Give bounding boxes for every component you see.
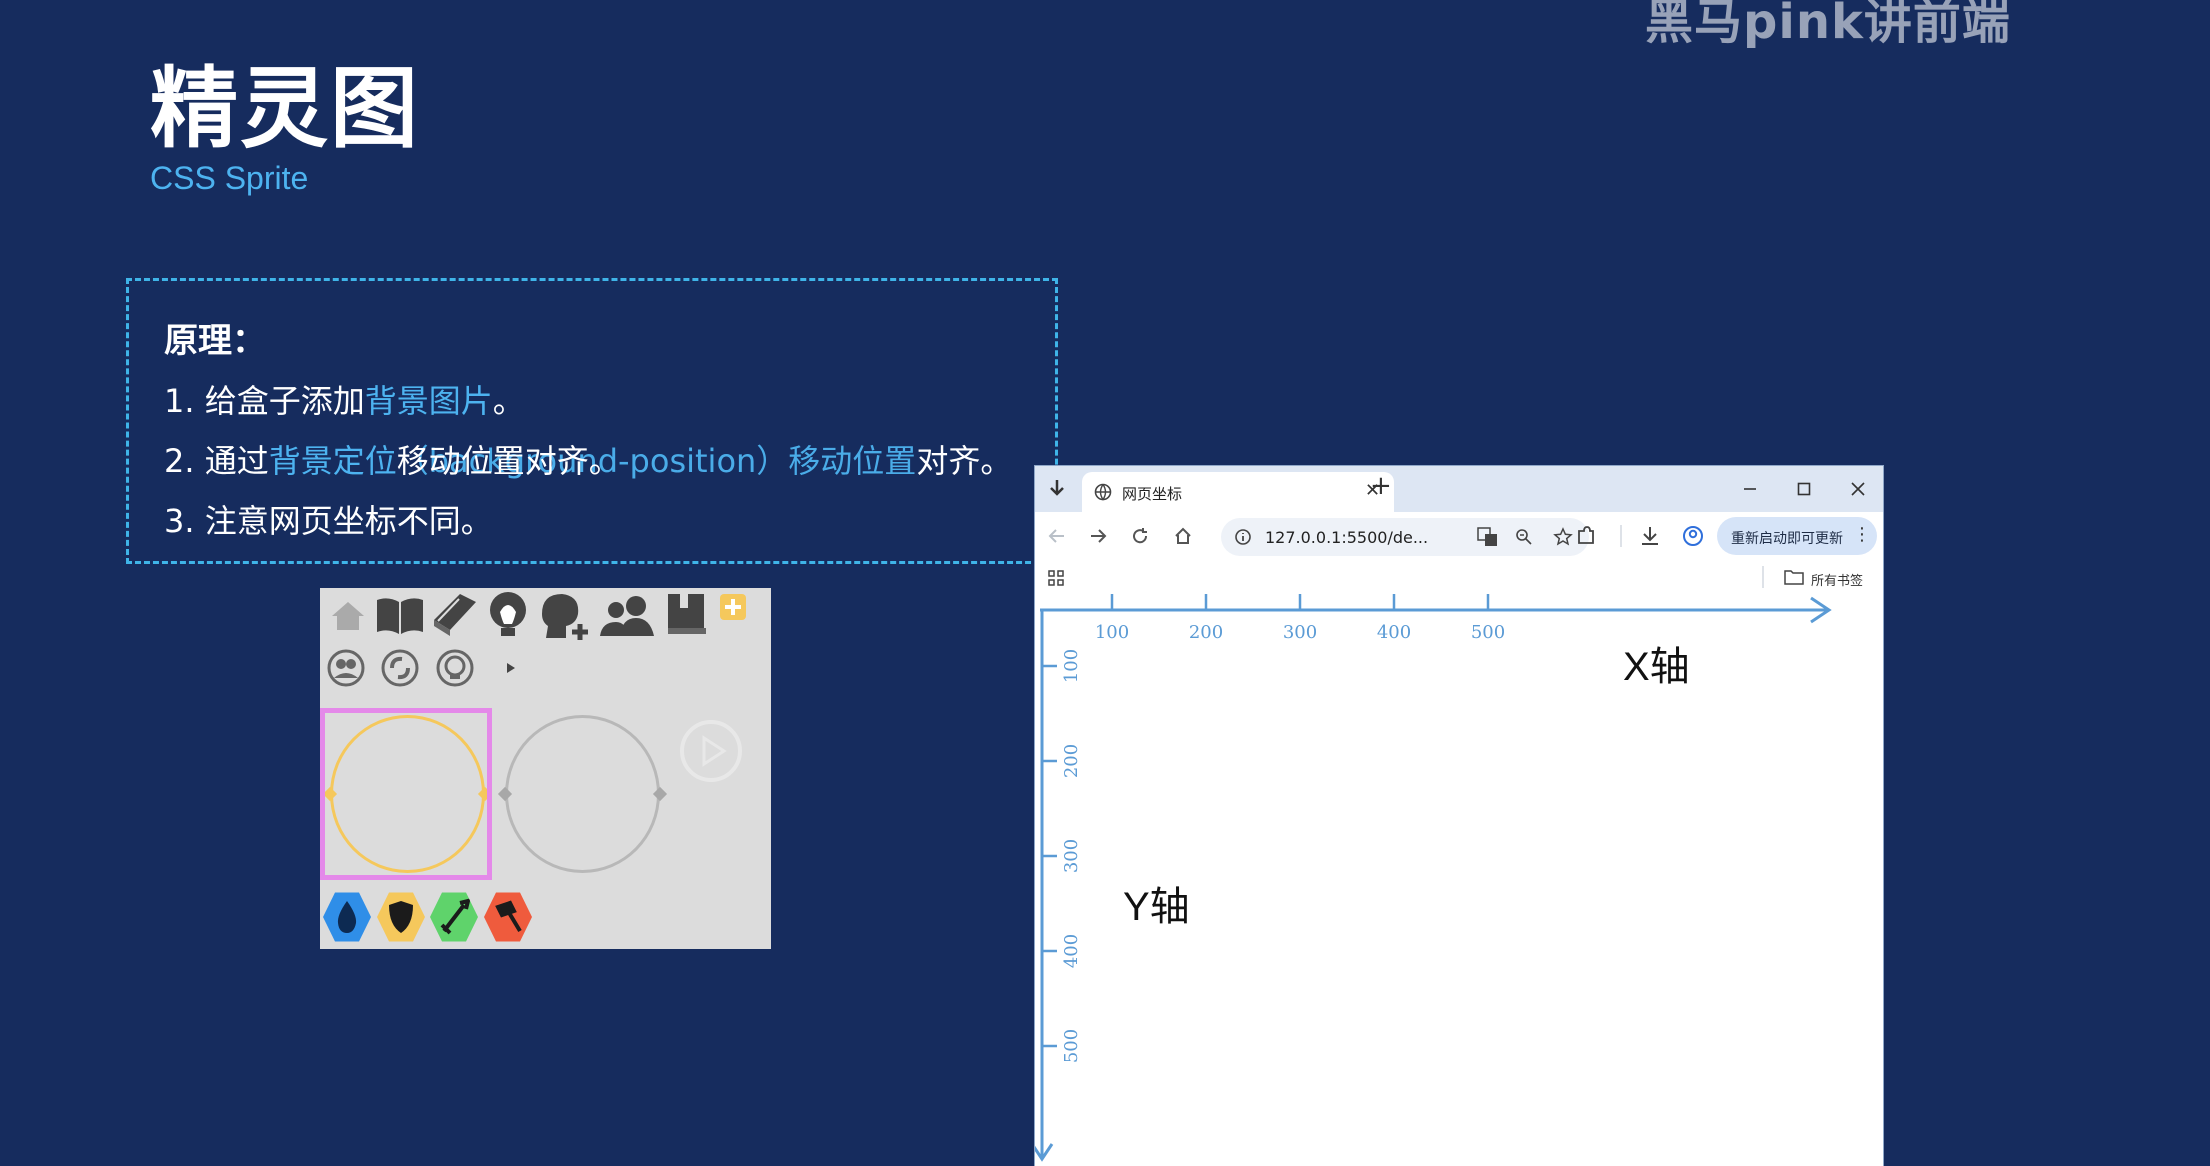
address-bar[interactable]: 127.0.0.1:5500/de... [1221,518,1589,556]
selection-frame [320,708,492,880]
globe-icon [1094,483,1112,501]
tab-title: 网页坐标 [1122,485,1183,503]
book-open-icon [377,598,423,634]
y-tick-label: 400 [1061,934,1082,968]
line1-prefix: 1. 给盒子添加 [164,382,365,420]
hammer-hex-icon [484,892,532,942]
principle-line-2: 2. 通过背景定位 （background-position）移动位置对齐。 移… [164,436,1012,482]
close-window-icon[interactable] [1850,481,1866,497]
save-book-icon [668,594,706,634]
book-icon [434,594,476,636]
bookmarks-separator [1762,566,1764,588]
update-button[interactable]: 重新启动即可更新 ⋮ [1717,517,1877,555]
x-axis-title: X轴 [1623,645,1690,689]
site-info-icon[interactable] [1234,528,1252,546]
tab-active[interactable]: 网页坐标 ✕ [1082,472,1394,512]
x-tick-label: 100 [1095,622,1129,643]
page-content: 100 200 300 400 500 100 200 300 400 500 X轴 Y轴 [1035,594,1883,1166]
bookmarks-bar: 所有书签 [1035,560,1883,594]
users-icon [600,596,654,636]
slide-title: 精灵图 [150,57,421,160]
y-tick-label: 300 [1061,839,1082,873]
plus-icon [720,594,746,620]
x-tick-label: 400 [1377,622,1411,643]
x-ticks-group: 100 200 300 400 500 [1095,594,1505,643]
update-button-label: 重新启动即可更新 [1731,531,1843,547]
refresh-circle-icon [381,649,419,687]
slide-subtitle: CSS Sprite [150,160,309,196]
x-tick-label: 300 [1283,622,1317,643]
principle-line-1: 1. 给盒子添加背景图片。 [164,376,525,422]
user-circle-icon [327,649,365,687]
skull-circle-icon [436,649,474,687]
x-tick-label: 200 [1189,622,1223,643]
principle-box: 原理： 1. 给盒子添加背景图片。 2. 通过背景定位 （background-… [126,278,1058,564]
new-tab-icon[interactable]: + [1370,471,1392,501]
small-arrow-icon [507,663,515,673]
reload-icon[interactable] [1130,526,1150,546]
lightbulb-icon [490,592,526,636]
line2-overlap-over: 移动位置对齐。 [396,442,621,480]
apps-grid-icon[interactable] [1047,569,1065,587]
toolbar: 127.0.0.1:5500/de... 重新启动即可更新 ⋮ [1035,512,1883,560]
watermark: 黑马pink讲前端 [1645,0,2011,50]
sprite-image [320,588,771,949]
tab-bar: 网页坐标 ✕ + [1035,466,1883,512]
minimize-icon[interactable] [1742,481,1758,497]
tab-search-icon[interactable] [1047,476,1067,500]
sword-hex-icon [430,892,478,942]
folder-icon[interactable] [1783,568,1805,586]
add-user-head-icon [542,594,588,640]
download-icon[interactable] [1638,524,1662,548]
shield-hex-icon [377,892,425,942]
line2-suffix: 对齐。 [916,442,1013,480]
home-button-icon[interactable] [1173,526,1193,546]
home-icon [332,602,364,630]
toolbar-separator [1620,525,1622,547]
principle-heading: 原理： [164,321,266,361]
principle-line-3: 3. 注意网页坐标不同。 [164,502,493,540]
y-tick-label: 200 [1061,744,1082,778]
forward-icon[interactable] [1088,526,1108,546]
x-tick-label: 500 [1471,622,1505,643]
bookmark-star-icon[interactable] [1553,527,1573,547]
line1-suffix: 。 [492,382,525,420]
all-bookmarks-label[interactable]: 所有书签 [1811,570,1863,589]
maximize-icon[interactable] [1796,481,1812,497]
y-axis-title: Y轴 [1123,885,1190,929]
extensions-icon[interactable] [1574,524,1598,548]
line2-highlight: 背景定位 [268,442,397,480]
line2-prefix: 2. 通过 [164,442,269,480]
y-tick-label: 100 [1061,649,1082,683]
gray-ring-sprite [505,715,660,873]
address-text: 127.0.0.1:5500/de... [1265,528,1429,547]
y-ticks-group: 100 200 300 400 500 [1042,649,1082,1063]
zoom-icon[interactable] [1515,528,1533,546]
line1-highlight: 背景图片 [364,382,493,420]
more-menu-icon[interactable]: ⋮ [1853,524,1871,545]
back-icon[interactable] [1047,526,1067,546]
faint-play-icon [680,720,742,782]
profile-icon[interactable] [1681,524,1705,548]
y-tick-label: 500 [1061,1029,1082,1063]
translate-icon[interactable] [1477,527,1499,547]
water-hex-icon [323,892,371,942]
browser-window: 网页坐标 ✕ + 127.0.0.1:5500/de... 重新启动即可更新 ⋮… [1034,465,1884,1166]
